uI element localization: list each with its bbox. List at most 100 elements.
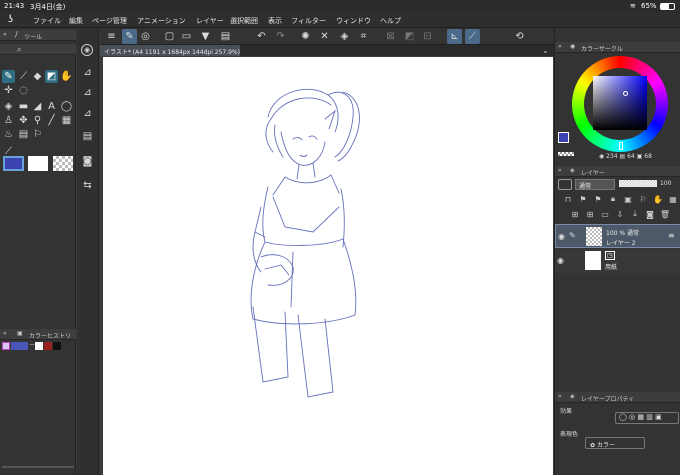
transfer-down-icon[interactable]: ⇩ bbox=[615, 209, 625, 219]
history-swatch[interactable] bbox=[35, 342, 43, 350]
chevron-down-icon[interactable]: ⌄ bbox=[542, 46, 549, 55]
lock-icon[interactable]: 🔒︎ bbox=[608, 194, 618, 204]
correction-tool-icon[interactable]: ⚐ bbox=[31, 128, 44, 141]
pen-edit-icon[interactable]: ✎ bbox=[569, 231, 576, 240]
collapse-icon[interactable]: « bbox=[3, 31, 7, 38]
material-icon[interactable]: ▤ bbox=[81, 130, 94, 143]
menu-icon[interactable]: ≡ bbox=[104, 29, 119, 44]
sub-color-box[interactable] bbox=[28, 156, 48, 171]
pen-tool-icon[interactable]: ✎ bbox=[2, 70, 15, 83]
history-swatch[interactable] bbox=[44, 342, 52, 350]
pen-command-icon[interactable]: ✎ bbox=[122, 29, 137, 44]
view-command-icon[interactable]: ◎ bbox=[138, 29, 153, 44]
mask-enable-icon[interactable]: ⚐ bbox=[638, 194, 648, 204]
navigator-icon[interactable]: ◉ bbox=[81, 44, 93, 56]
menu-help[interactable]: ヘルプ bbox=[380, 16, 401, 26]
menu-selection[interactable]: 選択範囲 bbox=[230, 16, 258, 26]
create-mask-icon[interactable]: ◙ bbox=[645, 209, 655, 219]
clear-icon[interactable]: ✕ bbox=[317, 29, 332, 44]
ruler-a-icon[interactable]: ⊿ bbox=[81, 66, 94, 79]
collapse-icon[interactable]: « bbox=[3, 330, 7, 337]
stamp-tool-icon[interactable]: ♙ bbox=[2, 114, 15, 127]
fill-tool-icon[interactable]: ◈ bbox=[2, 100, 15, 113]
zoom-icon[interactable]: ⌕ bbox=[17, 45, 21, 55]
save-file-icon[interactable]: ▼ bbox=[198, 29, 213, 44]
menu-animation[interactable]: アニメーション bbox=[137, 16, 186, 26]
lock-alpha-icon[interactable]: ▣ bbox=[623, 194, 633, 204]
open-file-icon[interactable]: ▭ bbox=[179, 29, 194, 44]
layer-row[interactable]: ◉ ✎ 100 % 通常 レイヤー 2 ≡ bbox=[555, 224, 680, 248]
crop-icon[interactable]: ⌗ bbox=[356, 29, 371, 44]
blend-mode-select[interactable]: 通常 bbox=[575, 179, 615, 190]
transform-tool-icon[interactable]: ✥ bbox=[17, 114, 30, 127]
select-invert-icon[interactable]: ◩ bbox=[402, 29, 417, 44]
transparent-color-box[interactable] bbox=[53, 156, 73, 171]
fill-command-icon[interactable]: ◈ bbox=[337, 29, 352, 44]
history-swatch[interactable] bbox=[53, 342, 61, 350]
color-wheel-saturation-square[interactable] bbox=[593, 76, 647, 130]
frame-tool-icon[interactable]: ▦ bbox=[60, 114, 73, 127]
text-tool-icon[interactable]: A bbox=[45, 100, 58, 113]
ruler-show-icon[interactable]: ✋ bbox=[653, 194, 663, 204]
figure-tool-icon[interactable]: ◢ bbox=[31, 100, 44, 113]
menu-layer[interactable]: レイヤー bbox=[196, 16, 224, 26]
balloon-tool-icon[interactable]: ◯ bbox=[60, 100, 73, 113]
menu-filter[interactable]: フィルター bbox=[291, 16, 326, 26]
camera-icon[interactable]: ◙ bbox=[81, 155, 94, 168]
snap-special-icon[interactable]: ⟋ bbox=[465, 29, 480, 44]
history-swatch[interactable] bbox=[2, 342, 10, 350]
hand-tool-icon[interactable]: ✋ bbox=[60, 70, 73, 83]
wheel-main-color[interactable] bbox=[558, 132, 569, 143]
history-swatch[interactable] bbox=[11, 342, 28, 350]
menu-page[interactable]: ページ管理 bbox=[92, 16, 127, 26]
eye-icon[interactable]: ◉ bbox=[557, 256, 564, 265]
draft-icon[interactable]: ⚑ bbox=[593, 194, 603, 204]
lasso-tool-icon[interactable]: ◌ bbox=[17, 84, 30, 97]
eyedropper-tool-icon[interactable]: ⟋ bbox=[17, 70, 30, 83]
display-color-select[interactable]: ✿ カラー bbox=[585, 437, 645, 449]
document-tab[interactable]: イラスト* (A4 1191 x 1684px 144dpi 257.9%) bbox=[100, 45, 240, 56]
line-tool-icon[interactable]: ╱ bbox=[45, 114, 58, 127]
layer-menu-icon[interactable]: ≡ bbox=[668, 231, 675, 240]
opacity-value[interactable]: 100 bbox=[660, 180, 671, 187]
new-raster-layer-icon[interactable]: ⊞ bbox=[570, 209, 580, 219]
menu-edit[interactable]: 編集 bbox=[69, 16, 83, 26]
move-tool-icon[interactable]: ✛ bbox=[2, 84, 15, 97]
clip-icon[interactable]: ⊓ bbox=[563, 194, 573, 204]
transparent-toggle[interactable] bbox=[558, 152, 574, 156]
color-cursor[interactable] bbox=[623, 91, 628, 96]
effect-buttons[interactable]: ◯ ◎ ▦ ▥ ▣ bbox=[615, 412, 679, 424]
gradient-tool-icon[interactable]: ▬ bbox=[17, 100, 30, 113]
reference-icon[interactable]: ⚑ bbox=[578, 194, 588, 204]
new-vector-layer-icon[interactable]: ⊞ bbox=[585, 209, 595, 219]
eraser-tool-icon[interactable]: ◆ bbox=[31, 70, 44, 83]
loading-icon[interactable]: ✺ bbox=[298, 29, 313, 44]
liquify-tool-icon[interactable]: ♨ bbox=[2, 128, 15, 141]
object-tool-icon[interactable]: ⚲ bbox=[31, 114, 44, 127]
combine-down-icon[interactable]: ⤓ bbox=[630, 209, 640, 219]
eye-icon[interactable]: ◉ bbox=[558, 232, 565, 241]
menu-file[interactable]: ファイル bbox=[33, 16, 61, 26]
blend-tool-icon[interactable]: ◩ bbox=[45, 70, 58, 83]
ruler-c-icon[interactable]: ⊿ bbox=[81, 107, 94, 120]
redo-icon[interactable]: ↷ bbox=[273, 29, 288, 44]
layer-option-toggle[interactable] bbox=[558, 179, 572, 190]
menu-view[interactable]: 表示 bbox=[268, 16, 282, 26]
select-transform-icon[interactable]: ⊠ bbox=[383, 29, 398, 44]
main-color-box[interactable] bbox=[3, 156, 24, 171]
delete-layer-icon[interactable]: 🗑︎ bbox=[660, 209, 670, 219]
collapse-icon[interactable]: » bbox=[558, 167, 562, 174]
snap-ruler-icon[interactable]: ⊾ bbox=[447, 29, 462, 44]
border-effect-icon[interactable]: ◯ ◎ ▦ ▥ ▣ bbox=[619, 413, 662, 421]
export-icon[interactable]: ▤ bbox=[218, 29, 233, 44]
animation-icon[interactable]: ⇆ bbox=[81, 179, 94, 192]
ruler-tool-icon[interactable]: ▤ bbox=[17, 128, 30, 141]
canvas-paper[interactable] bbox=[103, 57, 553, 475]
new-file-icon[interactable]: ▢ bbox=[162, 29, 177, 44]
app-logo-icon[interactable]: ʖ bbox=[8, 14, 13, 25]
ruler-b-icon[interactable]: ⊿ bbox=[81, 86, 94, 99]
collapse-icon[interactable]: » bbox=[558, 393, 562, 400]
menu-window[interactable]: ウィンドウ bbox=[336, 16, 371, 26]
layer-row[interactable]: ◉ ◳ 用紙 bbox=[555, 249, 680, 273]
hue-marker[interactable] bbox=[619, 142, 623, 150]
